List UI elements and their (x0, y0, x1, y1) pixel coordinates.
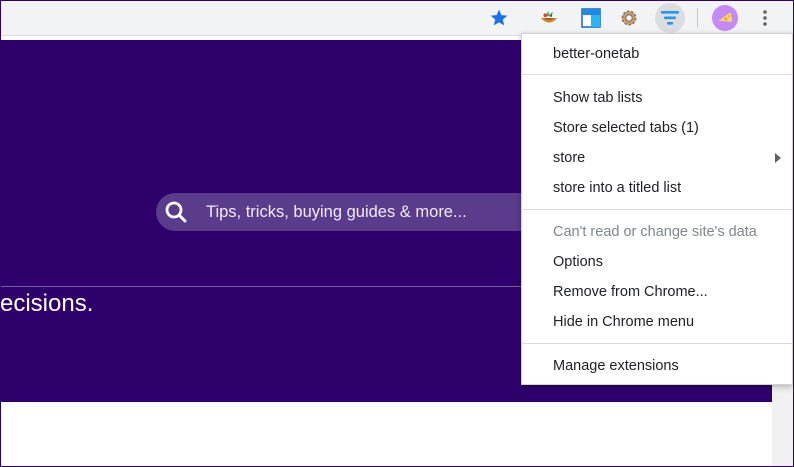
menu-item-show-tab-lists[interactable]: Show tab lists (522, 84, 792, 112)
search-placeholder: Tips, tricks, buying guides & more... (206, 203, 467, 221)
star-icon[interactable] (486, 5, 512, 31)
menu-item-remove[interactable]: Remove from Chrome... (522, 278, 792, 306)
menu-item-manage-extensions[interactable]: Manage extensions (522, 352, 792, 380)
gear-extension-icon[interactable] (616, 5, 642, 31)
toolbar-separator (697, 8, 698, 28)
menu-separator (522, 343, 792, 344)
hero-tagline: ecisions. (0, 290, 94, 317)
menu-separator (522, 209, 792, 210)
menu-item-store-titled[interactable]: store into a titled list (522, 174, 792, 202)
menu-item-options[interactable]: Options (522, 248, 792, 276)
avatar[interactable] (712, 5, 738, 31)
search-input[interactable]: Tips, tricks, buying guides & more... (156, 193, 556, 231)
window-extension-icon[interactable] (578, 5, 604, 31)
menu-separator (522, 74, 792, 75)
more-vert-icon[interactable] (752, 5, 778, 31)
submenu-arrow-icon (775, 153, 781, 163)
puzzle-extension-icon[interactable] (536, 5, 562, 31)
menu-item-title[interactable]: better-onetab (522, 40, 792, 68)
extension-context-menu: better-onetab Show tab lists Store selec… (521, 33, 793, 385)
menu-item-hide[interactable]: Hide in Chrome menu (522, 308, 792, 336)
menu-item-store-selected[interactable]: Store selected tabs (1) (522, 114, 792, 142)
onetab-filter-icon[interactable] (655, 3, 685, 33)
menu-item-store[interactable]: store (522, 144, 792, 172)
browser-toolbar (0, 0, 794, 36)
menu-item-store-label: store (553, 150, 586, 166)
search-icon (165, 201, 187, 223)
menu-item-site-access: Can't read or change site's data (553, 224, 757, 240)
